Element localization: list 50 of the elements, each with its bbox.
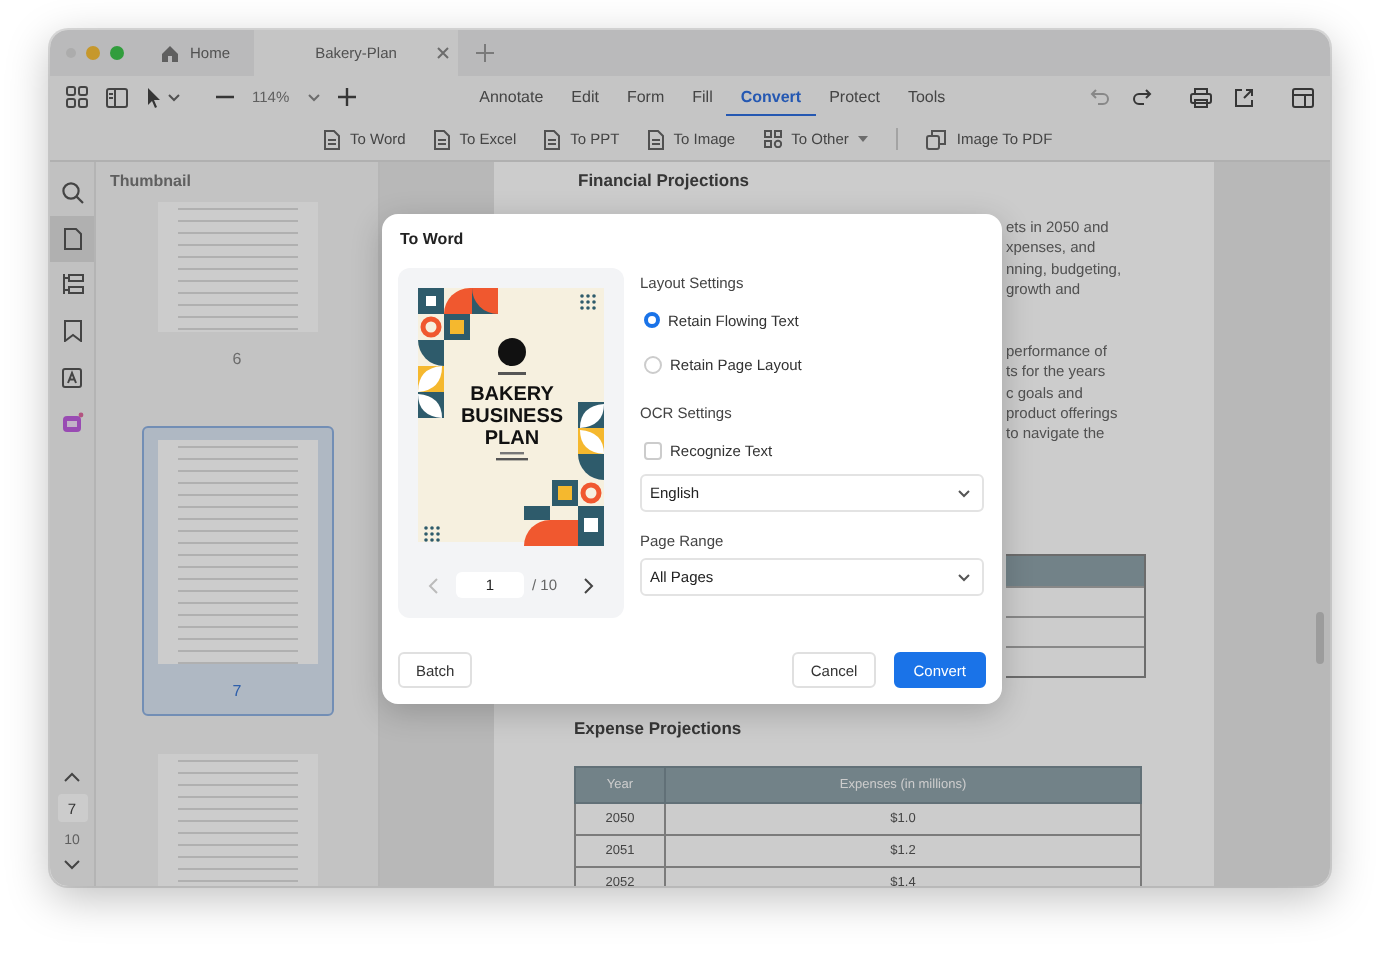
panel-title: Thumbnail (108, 170, 193, 194)
table-fragment (1006, 553, 1146, 678)
redo-icon[interactable] (1132, 88, 1152, 106)
page-number: 7 (232, 682, 242, 700)
section-heading: Expense Projections (574, 717, 742, 738)
pointer-icon[interactable] (146, 87, 162, 107)
caret-icon (858, 136, 869, 142)
print-icon[interactable] (1190, 87, 1212, 107)
document-icon (544, 129, 561, 149)
bookmark-icon (63, 320, 81, 342)
home-icon (160, 43, 180, 63)
menu-tab[interactable]: Convert (726, 79, 816, 115)
thumbnail-item[interactable]: 7 (141, 426, 333, 716)
menu-tab[interactable]: Protect (815, 79, 894, 115)
menu-tab[interactable]: Fill (678, 79, 727, 115)
grid-icon[interactable] (66, 86, 88, 108)
dialog-title: To Word (400, 230, 466, 248)
copy-icon (926, 129, 947, 149)
cover-title: BAKERY BUSINESS PLAN (458, 384, 566, 450)
section-heading: Financial Projections (578, 170, 749, 190)
zoom-in-icon[interactable] (337, 88, 356, 106)
outline-icon (61, 274, 83, 296)
caret-icon[interactable] (307, 93, 320, 101)
checkbox[interactable] (644, 441, 662, 459)
chevron-down-icon (958, 573, 970, 581)
search-icon (61, 182, 83, 204)
document-icon (324, 129, 340, 149)
next-page-icon[interactable] (583, 577, 594, 593)
menu-tab[interactable]: Form (612, 79, 679, 115)
share-icon[interactable] (1234, 87, 1254, 107)
close-icon[interactable] (436, 46, 451, 60)
document-icon (647, 129, 664, 149)
chevron-up-icon[interactable] (64, 772, 80, 782)
radio-button[interactable] (644, 312, 660, 328)
ai-icon (61, 412, 83, 434)
page-number: 6 (232, 350, 242, 368)
menu-tab[interactable]: Tools (893, 79, 960, 115)
chevron-down-icon[interactable] (64, 860, 80, 870)
text-box-icon (62, 367, 82, 387)
grid-icon (763, 130, 782, 148)
caret-icon[interactable] (168, 93, 180, 101)
sidebar-icon[interactable] (106, 87, 128, 107)
radio-button[interactable] (644, 355, 662, 373)
document-icon (433, 129, 450, 149)
thumbnail-item[interactable]: 6 (141, 200, 333, 386)
chevron-down-icon (958, 489, 970, 497)
page-icon (63, 228, 81, 250)
panel-icon[interactable] (1292, 87, 1314, 107)
menu-tab[interactable]: Annotate (465, 79, 558, 115)
menu-tab[interactable]: Edit (557, 79, 613, 115)
